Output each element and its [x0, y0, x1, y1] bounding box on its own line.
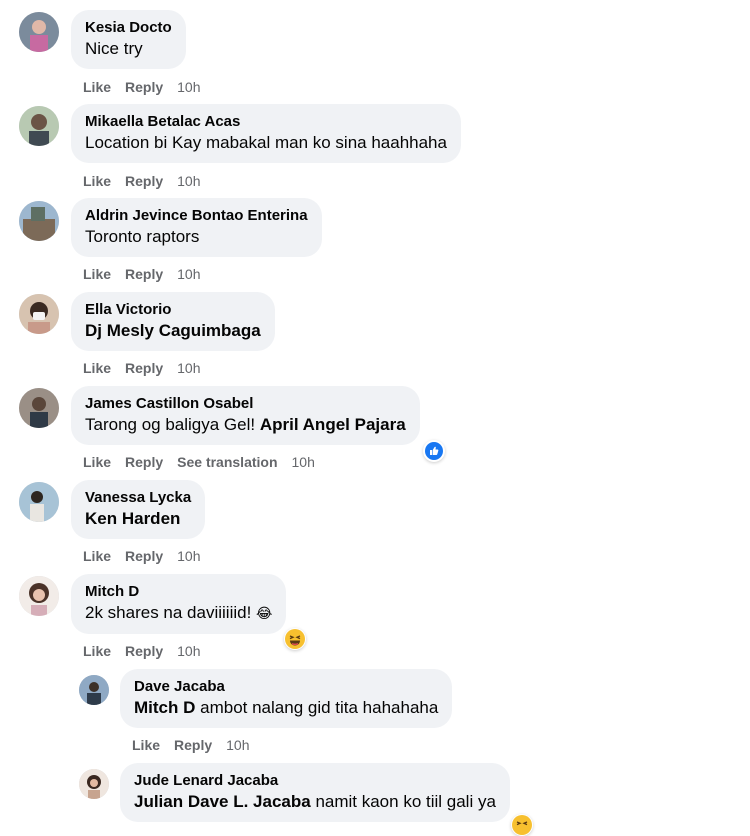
like-button[interactable]: Like — [83, 79, 111, 95]
timestamp[interactable]: 10h — [177, 548, 200, 564]
comment-author[interactable]: Mikaella Betalac Acas — [85, 112, 447, 131]
timestamp[interactable]: 10h — [177, 643, 200, 659]
avatar[interactable] — [19, 576, 59, 616]
see-translation-button[interactable]: See translation — [177, 454, 277, 470]
comment-text-plain: namit kaon ko tiil gali ya — [315, 792, 496, 811]
comment-author[interactable]: James Castillon Osabel — [85, 394, 406, 413]
comment-bubble: Vanessa Lycka Ken Harden — [71, 480, 206, 539]
timestamp[interactable]: 10h — [226, 737, 249, 753]
comment-actions: Like Reply 10h — [83, 173, 215, 189]
avatar[interactable] — [19, 482, 59, 522]
like-icon[interactable] — [423, 440, 445, 462]
reply-button[interactable]: Reply — [125, 173, 163, 189]
comment-bubble: Mikaella Betalac Acas Location bi Kay ma… — [71, 104, 461, 163]
like-button[interactable]: Like — [83, 548, 111, 564]
comment-author[interactable]: Ella Victorio — [85, 300, 261, 319]
avatar[interactable] — [19, 388, 59, 428]
comment-bubble: James Castillon Osabel Tarong og baligya… — [71, 386, 420, 445]
reply-button[interactable]: Reply — [125, 360, 163, 376]
like-button[interactable]: Like — [83, 454, 111, 470]
comment-actions: Like Reply 10h — [83, 643, 215, 659]
avatar[interactable] — [19, 106, 59, 146]
timestamp[interactable]: 10h — [177, 79, 200, 95]
comment-bubble: Ella Victorio Dj Mesly Caguimbaga — [71, 292, 275, 351]
mention-link[interactable]: Ken Harden — [85, 509, 180, 528]
timestamp[interactable]: 10h — [292, 454, 315, 470]
reply-button[interactable]: Reply — [125, 266, 163, 282]
comment-text: Mitch D ambot nalang gid tita hahahaha — [134, 696, 438, 719]
avatar[interactable] — [79, 769, 109, 799]
comment-text: Nice try — [85, 39, 143, 58]
mention-link[interactable]: April Angel Pajara — [260, 415, 406, 434]
comment-text: Dj Mesly Caguimbaga — [85, 319, 261, 342]
comment-actions: Like Reply See translation 10h — [83, 454, 329, 470]
avatar[interactable] — [19, 12, 59, 52]
like-button[interactable]: Like — [83, 173, 111, 189]
comment-actions: Like Reply 10h — [83, 79, 215, 95]
comment-author[interactable]: Mitch D — [85, 582, 272, 601]
comment-author[interactable]: Kesia Docto — [85, 18, 172, 37]
comment-bubble: Mitch D 2k shares na daviiiiiid! 😂 — [71, 574, 287, 634]
avatar[interactable] — [19, 201, 59, 241]
comment-author[interactable]: Jude Lenard Jacaba — [134, 771, 496, 790]
comment-actions: Like Reply 10h — [83, 548, 215, 564]
comment-bubble: Aldrin Jevince Bontao Enterina Toronto r… — [71, 198, 322, 257]
comment-author[interactable]: Aldrin Jevince Bontao Enterina — [85, 206, 308, 225]
comment-text-plain: ambot nalang gid tita hahahaha — [200, 698, 439, 717]
haha-icon[interactable] — [511, 814, 533, 836]
reply-button[interactable]: Reply — [125, 643, 163, 659]
comment-text: 2k shares na daviiiiiid! 😂 — [85, 601, 272, 625]
like-button[interactable]: Like — [83, 360, 111, 376]
comment-actions: Like Reply 10h — [132, 737, 264, 753]
mention-link[interactable]: Julian Dave L. Jacaba — [134, 792, 311, 811]
comment-text-plain: 2k shares na daviiiiiid! — [85, 603, 252, 622]
timestamp[interactable]: 10h — [177, 360, 200, 376]
reply-button[interactable]: Reply — [125, 79, 163, 95]
comment-author[interactable]: Dave Jacaba — [134, 677, 438, 696]
timestamp[interactable]: 10h — [177, 173, 200, 189]
like-button[interactable]: Like — [132, 737, 160, 753]
comment-actions: Like Reply 10h — [83, 266, 215, 282]
comment-bubble: Kesia Docto Nice try — [71, 10, 186, 69]
comment-text: Ken Harden — [85, 507, 191, 530]
comment-text-plain: Tarong og baligya Gel! — [85, 415, 256, 434]
comment-bubble: Jude Lenard Jacaba Julian Dave L. Jacaba… — [120, 763, 510, 822]
reply-button[interactable]: Reply — [174, 737, 212, 753]
comment-text: Location bi Kay mabakal man ko sina haah… — [85, 133, 447, 152]
timestamp[interactable]: 10h — [177, 266, 200, 282]
avatar[interactable] — [79, 675, 109, 705]
avatar[interactable] — [19, 294, 59, 334]
mention-link[interactable]: Dj Mesly Caguimbaga — [85, 321, 261, 340]
haha-icon[interactable] — [284, 628, 306, 650]
like-button[interactable]: Like — [83, 266, 111, 282]
reply-button[interactable]: Reply — [125, 548, 163, 564]
reply-button[interactable]: Reply — [125, 454, 163, 470]
comment-bubble: Dave Jacaba Mitch D ambot nalang gid tit… — [120, 669, 453, 728]
mention-link[interactable]: Mitch D — [134, 698, 195, 717]
laughing-emoji-icon: 😂 — [256, 605, 273, 621]
comment-text: Toronto raptors — [85, 227, 200, 246]
comment-text: Julian Dave L. Jacaba namit kaon ko tiil… — [134, 790, 496, 813]
comment-author[interactable]: Vanessa Lycka — [85, 488, 191, 507]
comment-text: Tarong og baligya Gel! April Angel Pajar… — [85, 413, 406, 436]
comment-actions: Like Reply 10h — [83, 360, 215, 376]
like-button[interactable]: Like — [83, 643, 111, 659]
